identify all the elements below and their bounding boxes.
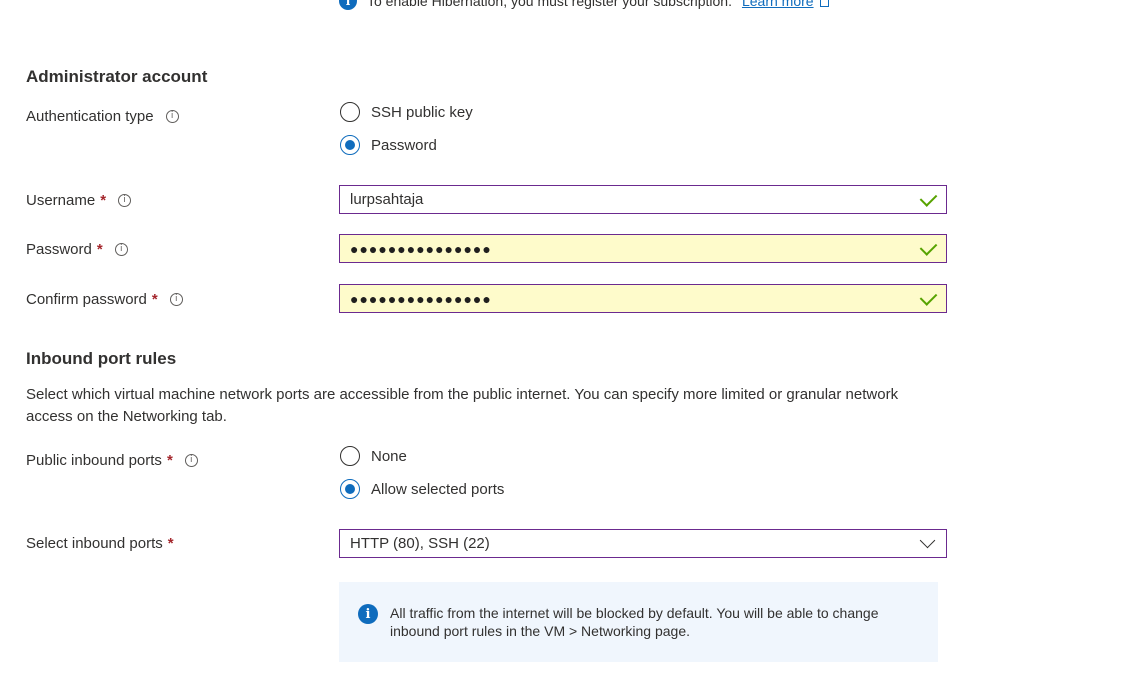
username-label-text: Username <box>26 192 96 209</box>
password-input[interactable]: ●●●●●●●●●●●●●●● <box>339 234 947 263</box>
password-label-text: Password <box>26 241 92 258</box>
radio-ssh-public-key-label: SSH public key <box>371 103 473 121</box>
inbound-port-rules-heading: Inbound port rules <box>26 349 177 368</box>
valid-check-icon <box>919 237 938 256</box>
info-tooltip-icon[interactable]: i <box>165 110 179 123</box>
required-asterisk: * <box>167 535 174 552</box>
inbound-port-rules-description: Select which virtual machine network por… <box>26 386 899 425</box>
public-inbound-ports-label-text: Public inbound ports <box>26 452 162 469</box>
confirm-password-label: Confirm password * i <box>26 291 183 308</box>
radio-button-unchecked[interactable] <box>340 446 360 466</box>
radio-button-checked[interactable] <box>340 135 360 155</box>
info-icon: i <box>358 604 378 624</box>
radio-password-label: Password <box>371 136 437 154</box>
radio-allow-selected-ports[interactable]: Allow selected ports <box>340 479 504 499</box>
info-icon: i <box>339 0 357 10</box>
hibernation-notice-text: To enable Hibernation, you must register… <box>367 0 732 9</box>
radio-allow-selected-ports-label: Allow selected ports <box>371 480 505 498</box>
info-tooltip-icon[interactable]: i <box>118 194 132 207</box>
required-asterisk: * <box>166 452 173 469</box>
inbound-info-text: All traffic from the internet will be bl… <box>390 605 879 639</box>
valid-check-icon <box>919 287 938 306</box>
vm-create-basics-page: i To enable Hibernation, you must regist… <box>0 0 1121 696</box>
info-tooltip-icon[interactable]: i <box>169 293 183 306</box>
administrator-account-heading: Administrator account <box>26 67 208 86</box>
confirm-password-masked-value[interactable]: ●●●●●●●●●●●●●●● <box>350 291 921 307</box>
required-asterisk: * <box>100 192 107 209</box>
radio-none-label: None <box>371 447 407 465</box>
valid-check-icon <box>919 188 938 207</box>
select-inbound-ports-label: Select inbound ports * <box>26 535 174 552</box>
username-input[interactable]: lurpsahtaja <box>339 185 947 214</box>
learn-more-link-label[interactable]: Learn more <box>742 0 814 9</box>
authentication-type-label: Authentication type i <box>26 108 179 125</box>
inbound-info-message: i All traffic from the internet will be … <box>339 582 938 662</box>
radio-button-checked[interactable] <box>340 479 360 499</box>
radio-none[interactable]: None <box>340 446 407 466</box>
select-inbound-ports-label-text: Select inbound ports <box>26 535 163 552</box>
hibernation-notice: i To enable Hibernation, you must regist… <box>339 0 829 11</box>
required-asterisk: * <box>151 291 158 308</box>
inbound-ports-dropdown[interactable]: HTTP (80), SSH (22) <box>339 529 947 558</box>
confirm-password-label-text: Confirm password <box>26 291 147 308</box>
external-link-icon <box>819 0 829 7</box>
confirm-password-input[interactable]: ●●●●●●●●●●●●●●● <box>339 284 947 313</box>
chevron-down-icon[interactable] <box>919 532 936 549</box>
radio-password[interactable]: Password <box>340 135 437 155</box>
inbound-ports-selected-value[interactable]: HTTP (80), SSH (22) <box>350 535 922 552</box>
info-tooltip-icon[interactable]: i <box>114 243 128 256</box>
username-label: Username * i <box>26 192 132 209</box>
radio-ssh-public-key[interactable]: SSH public key <box>340 102 473 122</box>
password-masked-value[interactable]: ●●●●●●●●●●●●●●● <box>350 241 921 257</box>
username-value[interactable]: lurpsahtaja <box>350 191 921 208</box>
required-asterisk: * <box>96 241 103 258</box>
password-label: Password * i <box>26 241 128 258</box>
radio-button-unchecked[interactable] <box>340 102 360 122</box>
info-tooltip-icon[interactable]: i <box>184 454 198 467</box>
public-inbound-ports-label: Public inbound ports * i <box>26 452 198 469</box>
authentication-type-label-text: Authentication type <box>26 108 154 125</box>
learn-more-link[interactable]: Learn more <box>742 0 829 9</box>
